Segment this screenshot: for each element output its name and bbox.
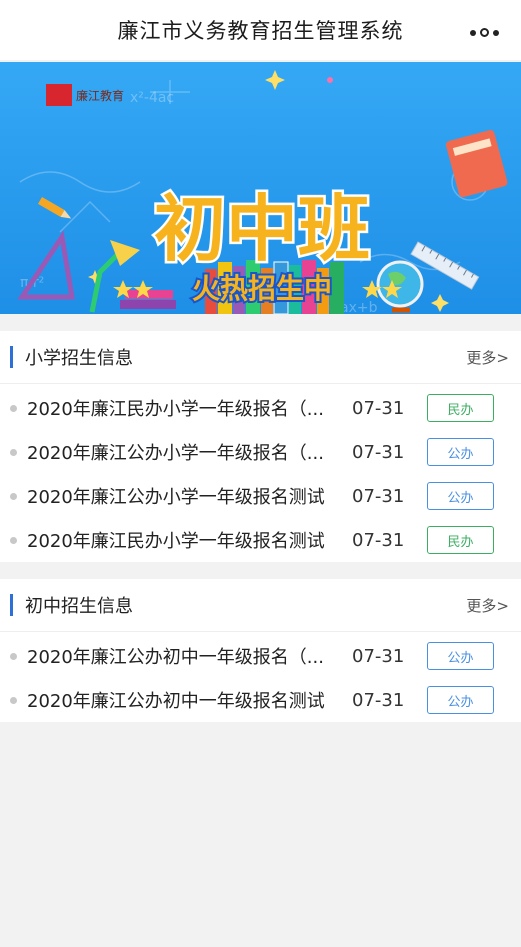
bullet-icon	[10, 696, 17, 704]
svg-text:x²-4ac: x²-4ac	[130, 90, 174, 106]
section-header: 初中招生信息 更多>	[0, 579, 521, 632]
bullet-icon	[10, 404, 17, 412]
list-item[interactable]: 2020年廉江公办初中一年级报名（... 07-31 公办	[0, 634, 521, 678]
status-badge: 公办	[427, 642, 494, 670]
bullet-icon	[10, 652, 17, 660]
logo-text: 廉江教育	[76, 88, 124, 103]
item-title: 2020年廉江民办小学一年级报名（...	[27, 399, 324, 420]
item-date: 07-31	[352, 397, 405, 419]
list-item[interactable]: 2020年廉江公办小学一年级报名测试 07-31 公办	[0, 474, 521, 518]
item-title: 2020年廉江民办小学一年级报名测试	[27, 531, 325, 552]
item-date: 07-31	[352, 645, 405, 667]
section-header: 小学招生信息 更多>	[0, 331, 521, 384]
item-date: 07-31	[352, 689, 405, 711]
item-title: 2020年廉江公办初中一年级报名（...	[27, 647, 324, 668]
section-accent-bar	[10, 346, 13, 368]
list-item[interactable]: 2020年廉江公办初中一年级报名测试 07-31 公办	[0, 678, 521, 722]
bullet-icon	[10, 536, 17, 544]
more-options-icon[interactable]	[470, 28, 499, 37]
status-badge: 民办	[427, 526, 494, 554]
item-title: 2020年廉江公办小学一年级报名（...	[27, 443, 324, 464]
list-item[interactable]: 2020年廉江公办小学一年级报名（... 07-31 公办	[0, 430, 521, 474]
item-title: 2020年廉江公办小学一年级报名测试	[27, 487, 325, 508]
list-item[interactable]: 2020年廉江民办小学一年级报名（... 07-31 民办	[0, 386, 521, 430]
item-date: 07-31	[352, 441, 405, 463]
status-badge: 公办	[427, 438, 494, 466]
section-title: 初中招生信息	[25, 596, 133, 617]
status-badge: 民办	[427, 394, 494, 422]
section-title: 小学招生信息	[25, 348, 133, 369]
page-title: 廉江市义务教育招生管理系统	[117, 19, 404, 43]
item-date: 07-31	[352, 529, 405, 551]
status-badge: 公办	[427, 482, 494, 510]
banner-subline: 火热招生中	[192, 272, 332, 305]
junior-enrollment-section: 初中招生信息 更多> 2020年廉江公办初中一年级报名（... 07-31 公办…	[0, 579, 521, 722]
promo-banner[interactable]: x²-4ac y=ax+b π r² 廉江教育 初中班 火热招生中	[0, 62, 521, 314]
more-link[interactable]: 更多>	[466, 595, 509, 616]
status-badge: 公办	[427, 686, 494, 714]
bullet-icon	[10, 492, 17, 500]
more-link[interactable]: 更多>	[466, 347, 509, 368]
primary-enrollment-section: 小学招生信息 更多> 2020年廉江民办小学一年级报名（... 07-31 民办…	[0, 331, 521, 562]
banner-headline: 初中班	[154, 187, 370, 271]
section-accent-bar	[10, 594, 13, 616]
list-item[interactable]: 2020年廉江民办小学一年级报名测试 07-31 民办	[0, 518, 521, 562]
item-title: 2020年廉江公办初中一年级报名测试	[27, 691, 325, 712]
top-bar: 廉江市义务教育招生管理系统	[0, 0, 521, 60]
bullet-icon	[10, 448, 17, 456]
item-date: 07-31	[352, 485, 405, 507]
